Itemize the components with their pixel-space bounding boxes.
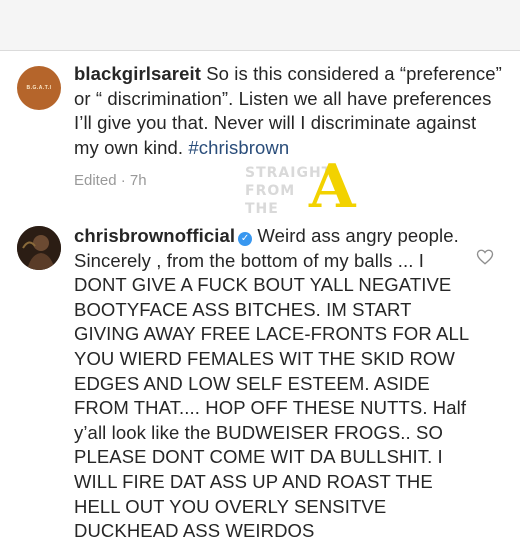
avatar-image bbox=[17, 226, 61, 270]
heart-icon[interactable] bbox=[476, 248, 494, 266]
watermark-line2: FROM bbox=[245, 183, 296, 199]
username-link[interactable]: blackgirlsareit bbox=[74, 63, 201, 84]
avatar[interactable]: B.G.A.T.I bbox=[17, 66, 61, 110]
watermark-letter: A bbox=[309, 152, 356, 222]
comment-body: chrisbrownofficial ✓ Weird ass angry peop… bbox=[74, 224, 474, 544]
watermark-line3: THE bbox=[245, 201, 279, 217]
comment-text: Weird ass angry people. Sincerely , from… bbox=[74, 225, 469, 542]
username-link[interactable]: chrisbrownofficial bbox=[74, 225, 235, 246]
avatar[interactable] bbox=[17, 226, 61, 270]
comment-meta: Edited · 7h bbox=[74, 172, 147, 189]
divider bbox=[0, 50, 520, 51]
watermark-logo: STRAIGHT FROM THE A bbox=[245, 157, 375, 225]
hashtag-link[interactable]: #chrisbrown bbox=[188, 137, 289, 158]
verified-badge-icon: ✓ bbox=[238, 232, 253, 246]
avatar-text: B.G.A.T.I bbox=[26, 85, 52, 91]
top-strip bbox=[0, 0, 520, 50]
comment-body: blackgirlsareit So is this considered a … bbox=[74, 62, 506, 160]
